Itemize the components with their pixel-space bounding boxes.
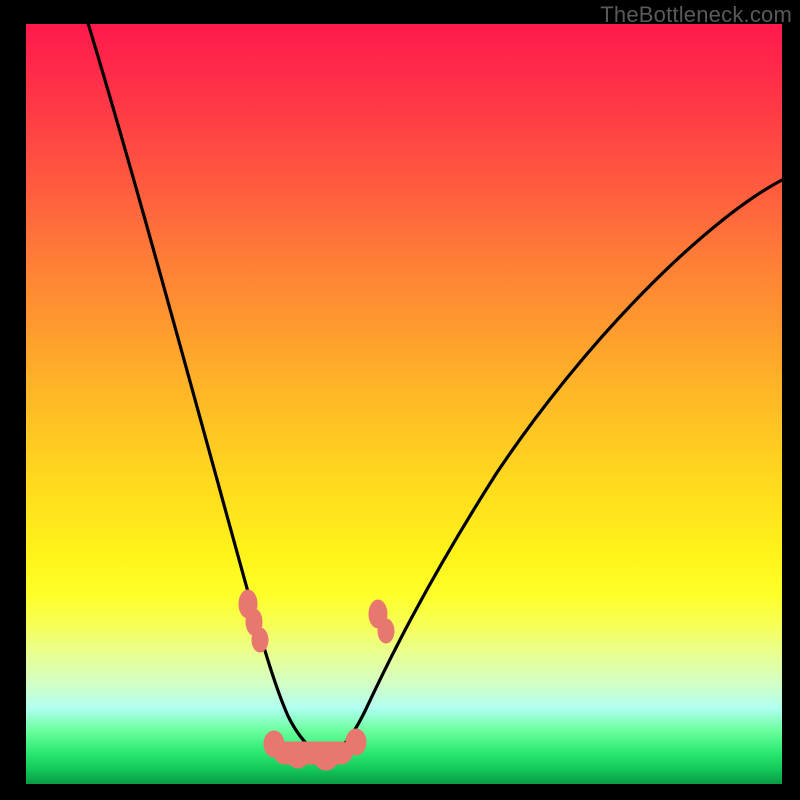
- marker-left-shoulder: [239, 590, 268, 652]
- plot-area: [26, 24, 782, 784]
- chart-frame: TheBottleneck.com: [0, 0, 800, 800]
- marker-valley-floor: [264, 729, 366, 770]
- curve-path: [76, 0, 782, 754]
- watermark-text: TheBottleneck.com: [600, 2, 792, 28]
- marker-right-shoulder: [369, 600, 394, 643]
- bottleneck-curve: [26, 24, 782, 784]
